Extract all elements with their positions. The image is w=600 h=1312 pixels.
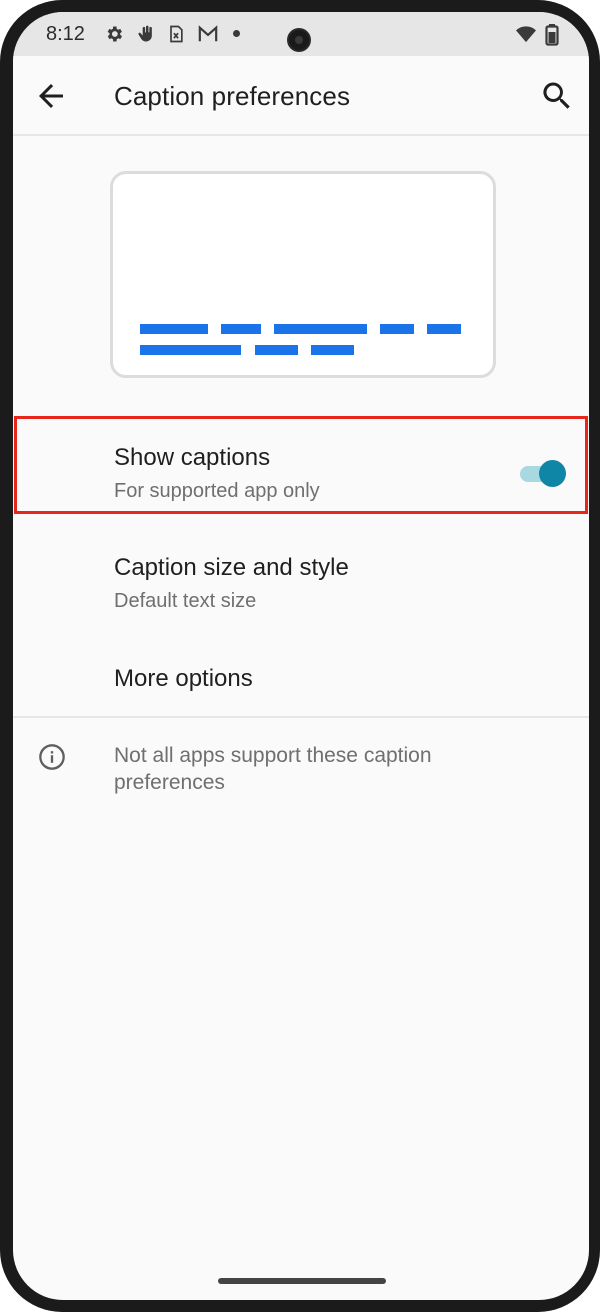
more-options-row[interactable]: More options: [13, 642, 589, 714]
caption-preview-line: [255, 345, 298, 355]
caption-preview-line: [140, 345, 241, 355]
caption-size-subtitle: Default text size: [114, 590, 257, 612]
section-divider: [13, 716, 589, 718]
dot-icon: [233, 30, 240, 37]
back-button[interactable]: [33, 78, 69, 114]
caption-preview-line: [274, 324, 367, 334]
app-bar: Caption preferences: [13, 56, 589, 136]
caption-preview-line: [140, 324, 208, 334]
wifi-icon: [515, 24, 536, 44]
show-captions-toggle[interactable]: [518, 458, 566, 488]
caption-preview-line: [221, 324, 261, 334]
status-time: 8:12: [46, 23, 85, 45]
caption-preview-line: [380, 324, 414, 334]
caption-preview: [110, 171, 496, 378]
caption-size-row[interactable]: Caption size and style Default text size: [13, 532, 589, 622]
home-indicator[interactable]: [218, 1278, 386, 1284]
hand-icon: [136, 24, 156, 44]
info-text: Not all apps support these caption prefe…: [114, 744, 432, 794]
battery-icon: [545, 24, 565, 46]
screen: 8:12 Caption preferences Show captions F…: [13, 12, 589, 1300]
more-options-title: More options: [114, 665, 253, 692]
settings-icon: [104, 24, 124, 44]
caption-size-title: Caption size and style: [114, 554, 349, 581]
info-icon: [38, 743, 66, 771]
caption-preview-line: [427, 324, 461, 334]
caption-preview-line: [311, 345, 354, 355]
highlight-box: [14, 416, 588, 514]
search-button[interactable]: [539, 78, 575, 114]
gmail-icon: [197, 24, 218, 44]
phone-frame: 8:12 Caption preferences Show captions F…: [0, 0, 600, 1312]
page-title: Caption preferences: [114, 81, 351, 111]
front-camera: [289, 30, 309, 50]
sim-card-icon: [166, 24, 186, 44]
arrow-back-icon: [39, 84, 63, 108]
app-bar-divider: [13, 134, 589, 136]
search-icon: [543, 82, 570, 109]
toggle-thumb: [539, 460, 566, 487]
